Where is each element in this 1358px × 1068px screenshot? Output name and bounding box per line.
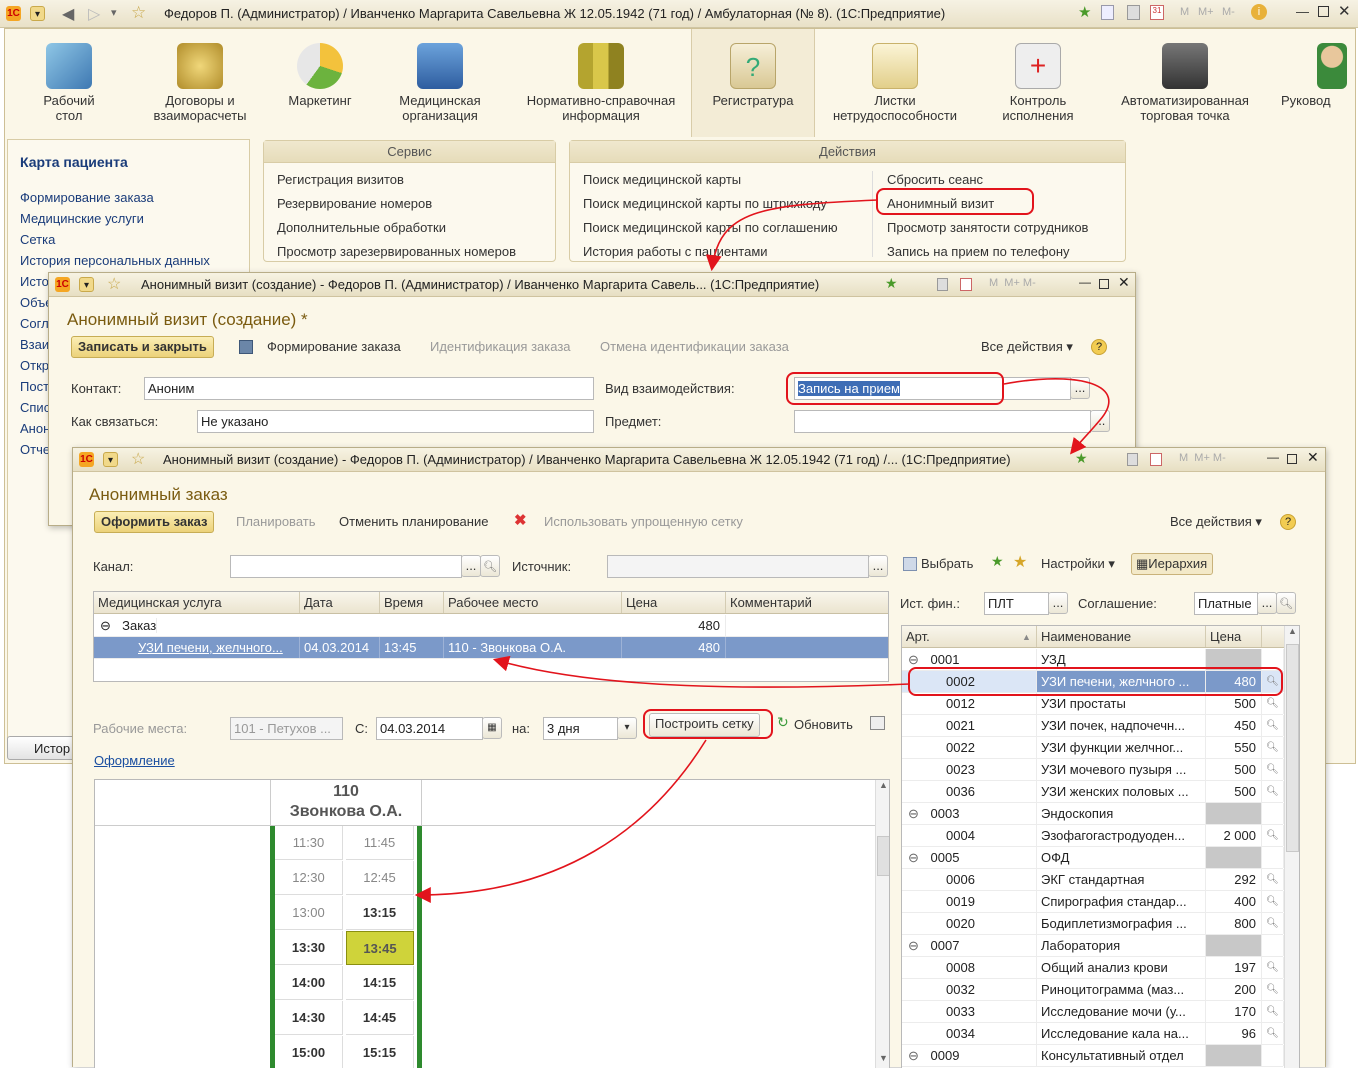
annotation-arrows [414,199,1110,903]
